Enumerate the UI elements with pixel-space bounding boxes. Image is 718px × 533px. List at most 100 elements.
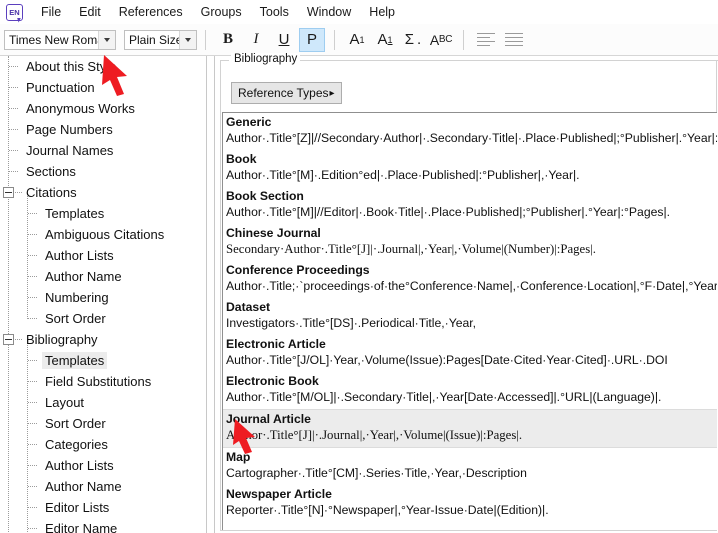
underline-button[interactable]: U [271, 28, 297, 52]
font-family-combobox[interactable]: Times New Romar [4, 29, 116, 50]
sidebar-item-anonymous-works[interactable]: Anonymous Works [0, 98, 206, 119]
tree-connector [28, 297, 37, 298]
sidebar-item-punctuation[interactable]: Punctuation [0, 77, 206, 98]
menu-edit[interactable]: Edit [70, 3, 110, 21]
tree-connector [28, 465, 37, 466]
template-definition-text[interactable]: Cartographer·.Title°[CM]·.Series·Title,·… [223, 465, 717, 485]
template-entry[interactable]: Electronic Book Author·.Title°[M/OL]|·.Se… [223, 372, 717, 409]
template-definition-text[interactable]: Author·.Title°[J/OL]·Year,·Volume(Issue)… [223, 352, 717, 372]
reference-types-button[interactable]: Reference Types ▸ [231, 82, 342, 104]
sidebar-item-sections[interactable]: Sections [0, 161, 206, 182]
template-reference-type-name: Electronic Book [226, 374, 319, 388]
template-entry[interactable]: Dataset Investigators·.Title°[DS]·.Period… [223, 298, 717, 335]
tree-connector [28, 507, 37, 508]
template-entry[interactable]: Chinese Journal Secondary·Author·.Title°[… [223, 224, 717, 261]
tree-connector [28, 360, 37, 361]
sidebar-item-journal-names[interactable]: Journal Names [0, 140, 206, 161]
sidebar-item-author-lists[interactable]: Author Lists [0, 245, 206, 266]
template-entry[interactable]: Conference Proceedings Author·.Title;·`pr… [223, 261, 717, 298]
sidebar-item-editor-name[interactable]: Editor Name [0, 518, 206, 533]
sidebar-item-field-substitutions[interactable]: Field Substitutions [0, 371, 206, 392]
template-reference-type-name: Chinese Journal [226, 226, 321, 240]
sidebar-item-label: Editor Name [45, 521, 118, 533]
align-justify-button[interactable] [501, 28, 527, 52]
tree-root: About this Style Punctuation Anonymous Wor… [0, 56, 206, 533]
sidebar-item-categories[interactable]: Categories [0, 434, 206, 455]
sidebar-item-numbering[interactable]: Numbering [0, 287, 206, 308]
sidebar-item-templates[interactable]: Templates [0, 350, 206, 371]
tree-connector [28, 255, 37, 256]
sidebar-item-citations[interactable]: Citations [0, 182, 206, 203]
menu-tools[interactable]: Tools [251, 3, 298, 21]
sidebar-item-label: Sort Order [45, 311, 106, 326]
sidebar-item-label: Numbering [45, 290, 109, 305]
template-definition-text[interactable]: Secondary·Author·.Title°[J]|·.Journal|,·… [223, 241, 717, 261]
sidebar-item-templates[interactable]: Templates [0, 203, 206, 224]
chevron-down-icon[interactable] [98, 30, 115, 49]
plain-font-button[interactable]: P [299, 27, 325, 52]
bibliography-templates-list[interactable]: Generic Author·.Title°[Z]|//Secondary·Aut… [222, 112, 717, 530]
template-definition-text[interactable]: Reporter·.Title°[N]·°Newspaper|,°Year-Is… [223, 502, 717, 522]
sidebar-item-sort-order[interactable]: Sort Order [0, 308, 206, 329]
bold-button[interactable]: B [215, 28, 241, 52]
sidebar-item-author-name[interactable]: Author Name [0, 266, 206, 287]
align-justify-icon [505, 32, 523, 47]
sidebar-item-label: Sort Order [45, 416, 106, 431]
superscript-button[interactable]: A1 [344, 28, 370, 52]
template-definition-text[interactable]: Author·.Title°[J]|·.Journal|,·Year|,·Vol… [223, 427, 717, 447]
align-left-icon [477, 32, 495, 47]
template-definition-text[interactable]: Author·.Title;·`proceedings·of·the°Confe… [223, 278, 717, 298]
sidebar-item-label: Punctuation [26, 80, 95, 95]
font-size-combobox[interactable]: Plain Size [124, 29, 197, 50]
template-entry[interactable]: Book Section Author·.Title°[M]|//Editor|·… [223, 187, 717, 224]
template-definition-text[interactable]: Author·.Title°[M]|//Editor|·.Book·Title|… [223, 204, 717, 224]
sidebar-item-label: Ambiguous Citations [45, 227, 165, 242]
template-entry[interactable]: Generic Author·.Title°[Z]|//Secondary·Aut… [223, 113, 717, 150]
menu-bar: EN File Edit References Groups Tools Win… [0, 0, 718, 24]
tree-connector [28, 213, 37, 214]
tree-connector [9, 129, 18, 130]
sigma-symbol-button[interactable]: Σ . [400, 28, 426, 52]
sidebar-item-author-lists[interactable]: Author Lists [0, 455, 206, 476]
sidebar-item-sort-order[interactable]: Sort Order [0, 413, 206, 434]
template-entry[interactable]: Newspaper Article Reporter·.Title°[N]·°Ne… [223, 485, 717, 522]
template-entry[interactable]: Map Cartographer·.Title°[CM]·.Series·Titl… [223, 448, 717, 485]
tree-connector [9, 171, 18, 172]
menu-window[interactable]: Window [298, 3, 360, 21]
sidebar-item-bibliography[interactable]: Bibliography [0, 329, 206, 350]
panel-splitter[interactable] [206, 56, 215, 533]
italic-button[interactable]: I [243, 28, 269, 52]
menu-references[interactable]: References [110, 3, 192, 21]
template-entry[interactable]: Electronic Article Author·.Title°[J/OL]·Y… [223, 335, 717, 372]
menu-help[interactable]: Help [360, 3, 404, 21]
tree-connector [9, 108, 18, 109]
template-definition-text[interactable]: Author·.Title°[M]·.Edition°ed|·.Place·Pu… [223, 167, 717, 187]
template-definition-text[interactable]: Author·.Title°[Z]|//Secondary·Author|·.S… [223, 130, 717, 150]
template-definition-text[interactable]: Investigators·.Title°[DS]·.Periodical·Ti… [223, 315, 717, 335]
sidebar-item-author-name[interactable]: Author Name [0, 476, 206, 497]
sidebar-item-about-this-style[interactable]: About this Style [0, 56, 206, 77]
sidebar-item-label: Layout [45, 395, 85, 410]
sidebar-item-page-numbers[interactable]: Page Numbers [0, 119, 206, 140]
sidebar-item-editor-lists[interactable]: Editor Lists [0, 497, 206, 518]
menu-file[interactable]: File [32, 3, 70, 21]
sidebar-item-layout[interactable]: Layout [0, 392, 206, 413]
template-entry[interactable]: Book Author·.Title°[M]·.Edition°ed|·.Plac… [223, 150, 717, 187]
sidebar-item-label: Field Substitutions [45, 374, 152, 389]
endnote-style-editor-window: EN File Edit References Groups Tools Win… [0, 0, 718, 533]
template-reference-type-name: Conference Proceedings [226, 263, 370, 277]
align-left-button[interactable] [473, 28, 499, 52]
style-sections-tree[interactable]: About this Style Punctuation Anonymous Wor… [0, 56, 206, 533]
small-caps-button[interactable]: A BC [428, 28, 454, 52]
template-entry[interactable]: Journal Article Author·.Title°[J]|·.Journ… [223, 409, 717, 448]
chevron-down-icon[interactable] [179, 30, 196, 49]
template-definition-text[interactable]: Author·.Title°[M/OL]|·.Secondary·Title|,… [223, 389, 717, 409]
tree-collapse-icon[interactable] [3, 187, 14, 198]
sidebar-item-ambiguous-citations[interactable]: Ambiguous Citations [0, 224, 206, 245]
tree-connector [15, 339, 22, 340]
toolbar-separator [205, 29, 206, 50]
subscript-button[interactable]: A1 [372, 28, 398, 52]
tree-collapse-icon[interactable] [3, 334, 14, 345]
menu-groups[interactable]: Groups [192, 3, 251, 21]
sidebar-item-label: About this Style [26, 59, 117, 74]
